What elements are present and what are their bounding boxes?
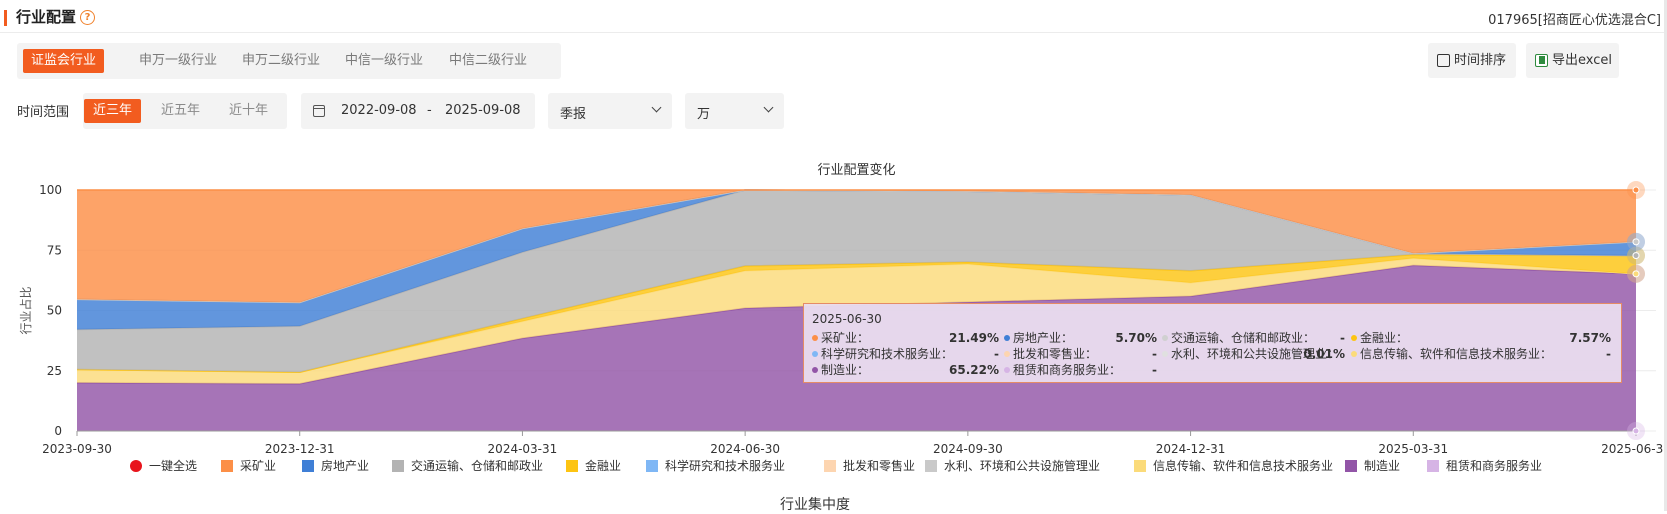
x-tick-label: 2024-12-31: [1156, 442, 1226, 456]
tooltip-dot: [812, 351, 818, 357]
tooltip-entry: 租赁和商务服务业： -: [1004, 362, 1157, 378]
y-tick-label: 25: [47, 364, 62, 378]
tooltip-dot: [1162, 351, 1168, 357]
tooltip-entry: 交通运输、仓储和邮政业： -: [1162, 330, 1345, 346]
tooltip-series-name: 交通运输、仓储和邮政业：: [1171, 330, 1315, 346]
tooltip-series-value: -: [1340, 330, 1345, 346]
legend-label: 一键全选: [149, 459, 197, 473]
legend-label: 房地产业: [321, 459, 369, 473]
hover-marker: [1633, 428, 1639, 434]
x-tick-label: 2023-12-31: [265, 442, 335, 456]
tooltip-series-name: 批发和零售业：: [1013, 346, 1097, 362]
legend-label: 采矿业: [240, 459, 276, 473]
legend-swatch: [646, 460, 658, 472]
tooltip-series-name: 房地产业：: [1013, 330, 1073, 346]
legend-label: 批发和零售业: [843, 459, 915, 473]
tooltip-series-value: 65.22%: [949, 362, 999, 378]
tooltip-dot: [1004, 335, 1010, 341]
legend-label: 信息传输、软件和信息技术服务业: [1153, 459, 1333, 473]
legend-swatch: [302, 460, 314, 472]
tooltip-dot: [1351, 351, 1357, 357]
tooltip-dot: [812, 335, 818, 341]
tooltip-series-name: 制造业：: [821, 362, 869, 378]
legend-swatch: [1427, 460, 1439, 472]
x-tick-label: 2024-06-30: [710, 442, 780, 456]
hover-marker: [1633, 253, 1639, 259]
tooltip-entry: 金融业： 7.57%: [1351, 330, 1611, 346]
tooltip-entry: 批发和零售业： -: [1004, 346, 1157, 362]
legend-swatch: [925, 460, 937, 472]
y-tick-label: 100: [39, 183, 62, 197]
tooltip-series-value: 7.57%: [1569, 330, 1611, 346]
tooltip-entry: 科学研究和技术服务业： -: [812, 346, 999, 362]
tooltip-series-name: 采矿业：: [821, 330, 869, 346]
y-axis-label: 行业占比: [18, 286, 33, 334]
next-section-title: 行业集中度: [780, 494, 850, 514]
hover-marker: [1633, 271, 1639, 277]
x-tick-label: 2024-03-31: [488, 442, 558, 456]
tooltip-series-name: 科学研究和技术服务业：: [821, 346, 953, 362]
legend-swatch: [1345, 460, 1357, 472]
tooltip-series-value: -: [1152, 346, 1157, 362]
y-tick-label: 75: [47, 243, 62, 257]
tooltip-series-value: 0.01%: [1303, 346, 1345, 362]
tooltip-series-name: 金融业：: [1360, 330, 1408, 346]
tooltip-series-value: -: [994, 346, 999, 362]
hover-marker: [1633, 239, 1639, 245]
chart-tooltip: 2025-06-30 采矿业： 21.49% 房地产业： 5.70% 交通运输、仓储和邮…: [803, 303, 1622, 383]
legend-label: 制造业: [1364, 459, 1400, 473]
tooltip-series-value: -: [1152, 362, 1157, 378]
x-tick-label: 2023-09-30: [42, 442, 112, 456]
legend-swatch: [1134, 460, 1146, 472]
x-tick-label: 2024-09-30: [933, 442, 1003, 456]
legend-swatch: [221, 460, 233, 472]
x-tick-label: 2025-06-30: [1601, 442, 1667, 456]
tooltip-entry: 信息传输、软件和信息技术服务业： -: [1351, 346, 1611, 362]
x-tick-label: 2025-03-31: [1378, 442, 1448, 456]
tooltip-series-value: 21.49%: [949, 330, 999, 346]
tooltip-entry: 制造业： 65.22%: [812, 362, 999, 378]
tooltip-series-name: 信息传输、软件和信息技术服务业：: [1360, 346, 1552, 362]
y-tick-label: 50: [47, 304, 62, 318]
legend-label: 租赁和商务服务业: [1446, 459, 1542, 473]
tooltip-series-value: -: [1606, 346, 1611, 362]
legend-swatch: [392, 460, 404, 472]
tooltip-dot: [1162, 335, 1168, 341]
tooltip-date: 2025-06-30: [812, 312, 882, 326]
y-tick-label: 0: [54, 424, 62, 438]
legend-swatch: [130, 460, 142, 472]
tooltip-series-value: 5.70%: [1115, 330, 1157, 346]
industry-allocation-chart: 行业配置变化行业占比 0 25 50 75 100 2023-09-30 2023-12-31…: [0, 0, 1667, 511]
legend-label: 金融业: [585, 459, 621, 473]
tooltip-entry: 水利、环境和公共设施管理业：0.01%: [1162, 346, 1345, 362]
tooltip-entry: 采矿业： 21.49%: [812, 330, 999, 346]
tooltip-dot: [1004, 351, 1010, 357]
legend-swatch: [566, 460, 578, 472]
legend-label: 交通运输、仓储和邮政业: [411, 459, 543, 473]
legend-label: 科学研究和技术服务业: [665, 459, 785, 473]
hover-marker: [1633, 187, 1639, 193]
tooltip-dot: [1004, 367, 1010, 373]
tooltip-series-name: 租赁和商务服务业：: [1013, 362, 1121, 378]
legend-label: 水利、环境和公共设施管理业: [944, 459, 1100, 473]
legend-swatch: [824, 460, 836, 472]
tooltip-entry: 房地产业： 5.70%: [1004, 330, 1157, 346]
chart-title: 行业配置变化: [817, 162, 895, 178]
tooltip-dot: [1351, 335, 1357, 341]
tooltip-dot: [812, 367, 818, 373]
